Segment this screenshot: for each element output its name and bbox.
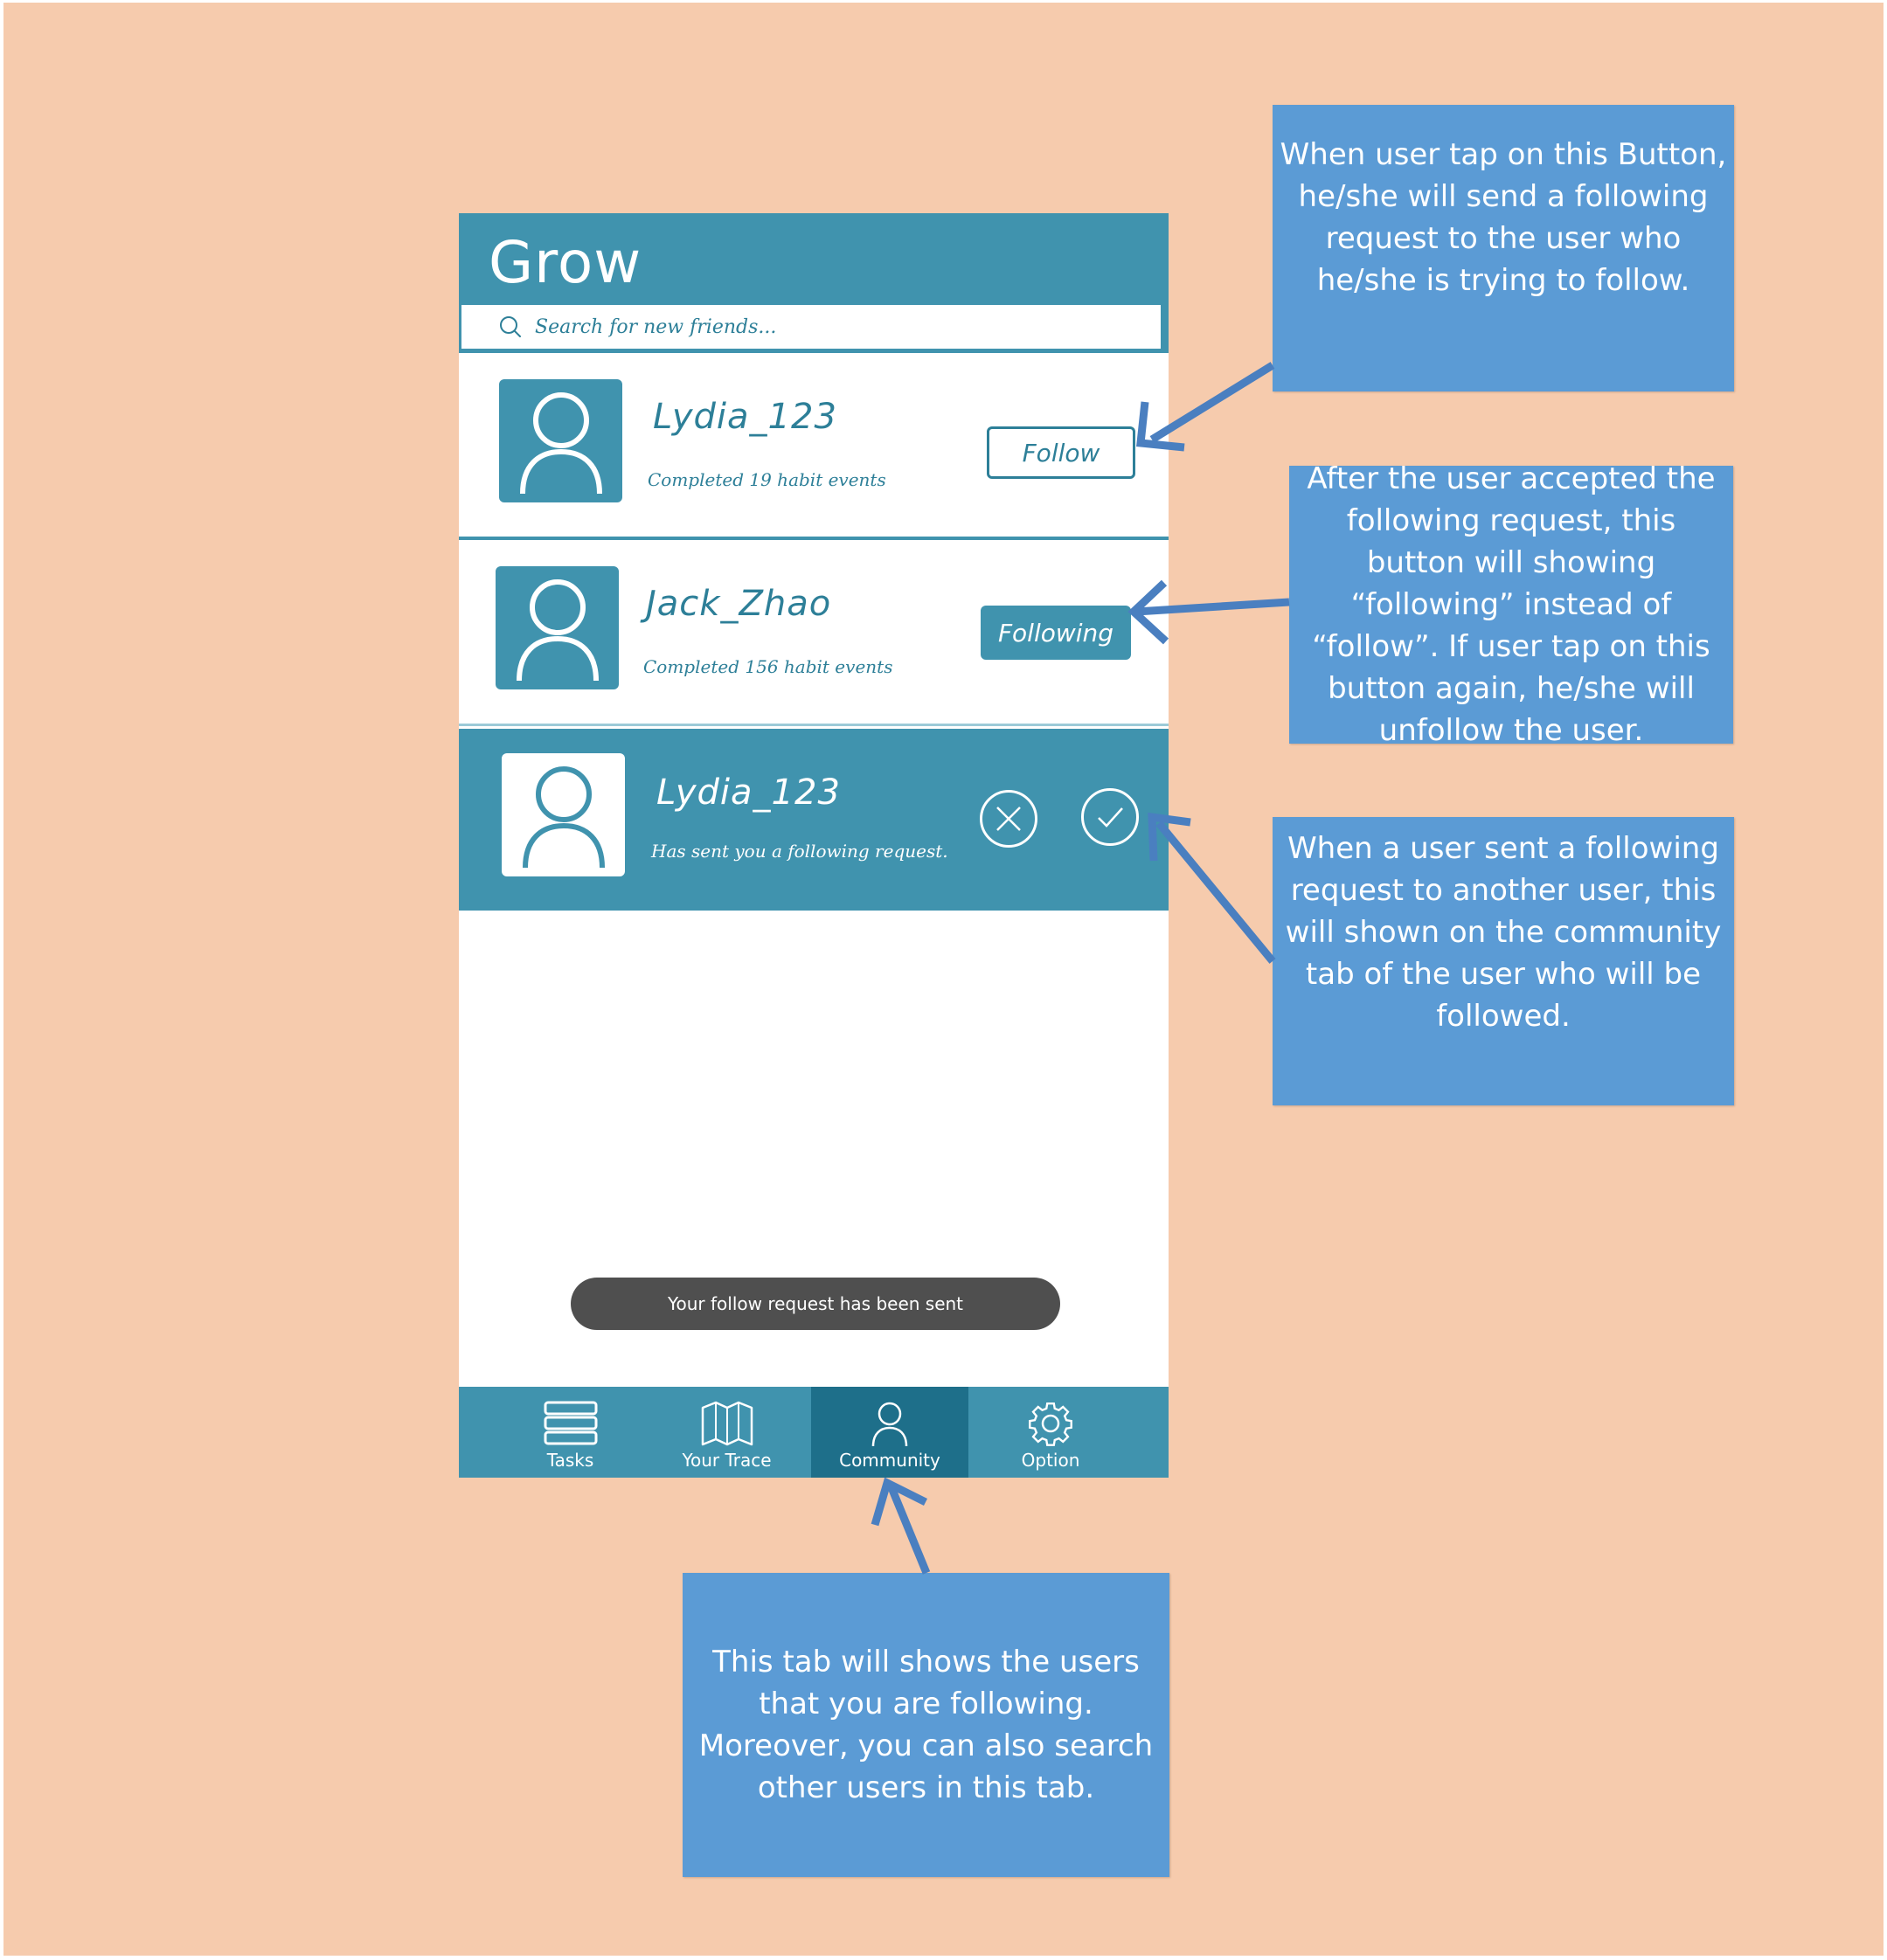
accept-button[interactable] <box>1081 788 1139 846</box>
annotation-text: When user tap on this Button, he/she wil… <box>1280 137 1727 298</box>
avatar <box>502 753 625 876</box>
list-item: Jack_Zhao Completed 156 habit events Fol… <box>459 540 1169 724</box>
request-message: Has sent you a following request. <box>651 841 948 862</box>
tab-label: Tasks <box>546 1450 594 1471</box>
divider <box>459 724 1169 726</box>
person-icon <box>522 765 605 868</box>
tab-community[interactable]: Community <box>811 1387 968 1478</box>
following-button[interactable]: Following <box>981 606 1131 660</box>
annotation-text: After the user accepted the following re… <box>1307 461 1716 748</box>
tab-spacer <box>772 1387 811 1478</box>
annotation-request-row: When a user sent a following request to … <box>1273 817 1734 1105</box>
tab-your-trace[interactable]: Your Trace <box>682 1387 772 1478</box>
user-subtitle: Completed 156 habit events <box>643 656 893 677</box>
bottom-tab-bar: Tasks Your Trace Community Option <box>459 1387 1169 1478</box>
tab-label: Community <box>839 1450 940 1471</box>
tab-spacer <box>1133 1387 1169 1478</box>
annotation-text: When a user sent a following request to … <box>1285 831 1722 1034</box>
toast-message: Your follow request has been sent <box>571 1278 1060 1330</box>
user-subtitle: Completed 19 habit events <box>648 469 886 490</box>
search-input[interactable] <box>533 315 1061 339</box>
list-item: Lydia_123 Completed 19 habit events Foll… <box>459 353 1169 537</box>
user-name: Jack_Zhao <box>646 584 832 624</box>
annotation-follow-button: When user tap on this Button, he/she wil… <box>1273 105 1734 391</box>
annotation-following-button: After the user accepted the following re… <box>1289 461 1733 748</box>
person-icon <box>519 391 602 494</box>
user-name: Lydia_123 <box>653 397 837 437</box>
person-icon <box>516 578 599 681</box>
follow-request-row: Lydia_123 Has sent you a following reque… <box>459 729 1169 911</box>
avatar <box>496 566 619 689</box>
annotation-community-tab: This tab will shows the users that you a… <box>683 1573 1169 1877</box>
decline-button[interactable] <box>980 790 1037 848</box>
stack-icon <box>544 1401 597 1445</box>
requester-name: Lydia_123 <box>656 772 841 813</box>
checkmark-icon <box>1098 807 1123 828</box>
phone-screen: Grow Lydia_123 Completed 19 habit events… <box>459 213 1169 1478</box>
tab-label: Option <box>1021 1450 1080 1471</box>
close-icon <box>996 807 1021 831</box>
tab-option[interactable]: Option <box>968 1387 1133 1478</box>
search-bar[interactable] <box>461 305 1161 349</box>
follow-button[interactable]: Follow <box>987 426 1135 479</box>
tab-tasks[interactable]: Tasks <box>459 1387 682 1478</box>
avatar <box>499 379 622 502</box>
tab-label: Your Trace <box>682 1450 772 1471</box>
app-header: Grow <box>459 213 1169 353</box>
gear-icon <box>1029 1402 1072 1446</box>
person-icon <box>871 1402 908 1447</box>
map-icon <box>701 1401 753 1446</box>
annotation-text: This tab will shows the users that you a… <box>698 1645 1154 1805</box>
search-icon <box>500 316 521 337</box>
app-title: Grow <box>489 229 642 296</box>
